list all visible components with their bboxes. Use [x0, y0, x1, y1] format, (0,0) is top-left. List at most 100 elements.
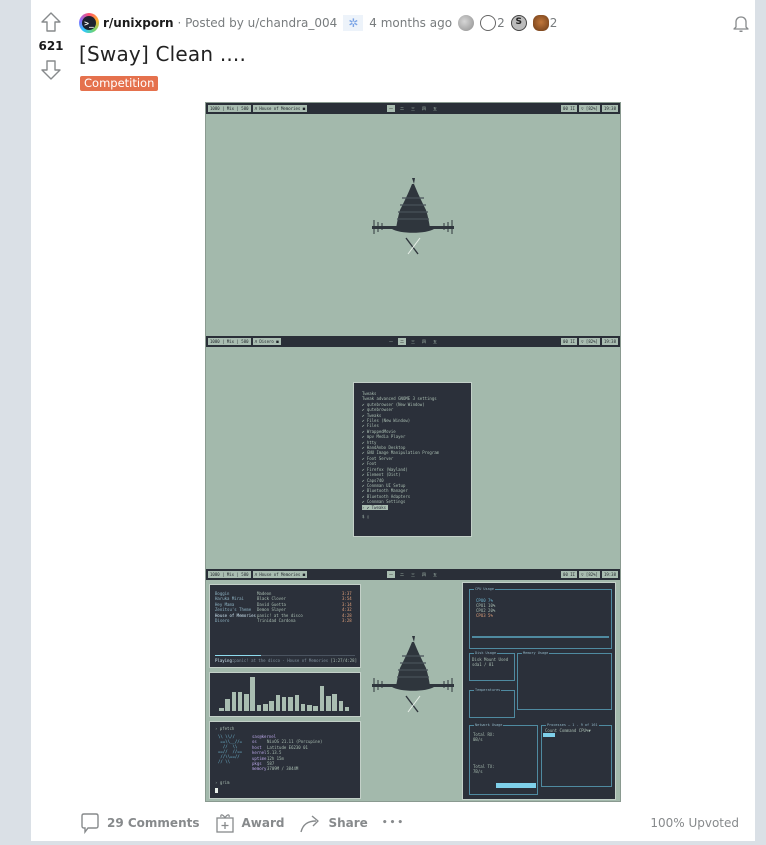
- desktop: Tweaks Tweak advanced GNOME 3 settings ✔ …: [206, 347, 620, 569]
- post-image[interactable]: 1080 | Mix | 580 ♬ House of Memories ■ 一二三…: [205, 102, 621, 802]
- workspace-button[interactable]: 二: [398, 105, 406, 112]
- posted-by-label: · Posted by: [177, 16, 244, 30]
- music-player: Boggin Madeon 3:37 Haruka Mirai Black Clover…: [209, 584, 361, 668]
- workspace-button[interactable]: 五: [431, 338, 439, 345]
- bar-module: ♬ Disero ■: [252, 338, 281, 345]
- award-button[interactable]: Award: [214, 812, 284, 834]
- bar-module: 1080 | Mix | 580: [208, 338, 251, 345]
- post-flair[interactable]: Competition: [80, 76, 159, 91]
- workspace-button[interactable]: 三: [409, 338, 417, 345]
- visualizer-bar: [237, 692, 243, 711]
- comment-icon: [81, 813, 99, 834]
- visualizer-bar: [256, 704, 262, 711]
- temperatures-panel: Temperatures: [469, 688, 515, 718]
- network-usage-panel: Network Usage Total RX: 0B/s Total TX: 7B/s: [469, 723, 538, 795]
- launcher-item: ✔ Connman Settings: [362, 499, 406, 505]
- tx-graph: [496, 783, 536, 788]
- vote-count: 621: [38, 39, 64, 53]
- workspace-button[interactable]: 四: [420, 105, 428, 112]
- wholesome-award-icon: [480, 15, 497, 31]
- processes-panel: Processes — 1 - 9 of 161 Count Command CP…: [541, 723, 612, 787]
- subreddit-link[interactable]: r/unixporn: [103, 16, 174, 30]
- fetch-info: sas@kernel os NixOS 21.11 (Porcupine) host L…: [252, 734, 322, 772]
- bar-right-modules: 00 II ▽ [82%] 19:38: [559, 571, 618, 578]
- workspace-button[interactable]: 一: [387, 571, 395, 578]
- share-button[interactable]: Share: [298, 812, 368, 834]
- status-bar: 1080 | Mix | 580 ♬ Disero ■ 一二三四五 00 II ▽ [8…: [206, 336, 620, 347]
- bar-module: ▽ [82%]: [579, 105, 600, 112]
- launcher-selected: › ✔ Tweaks: [362, 504, 388, 510]
- now-playing-position: [1:27/4:28]: [330, 658, 358, 663]
- workspace-button[interactable]: 四: [420, 338, 428, 345]
- fetch-key: memory: [252, 766, 267, 772]
- wallpaper-temple: [372, 178, 454, 255]
- bar-right-modules: 00 II ▽ [82%] 19:38: [559, 105, 618, 112]
- visualizer-bar: [269, 700, 274, 711]
- downvote-icon[interactable]: [39, 58, 63, 82]
- launcher-window: Tweaks Tweak advanced GNOME 3 settings ✔ …: [353, 382, 472, 537]
- visualizer-bar: [332, 694, 337, 711]
- post-card: 621 >_ r/unixporn · Posted by u/chandra_…: [31, 0, 755, 841]
- now-playing-track: panic! at the disco · House of Memories: [234, 658, 329, 663]
- track-row: Disero Trinidad Cardona 3:28: [215, 618, 355, 623]
- visualizer-bar: [263, 704, 268, 711]
- author-link[interactable]: u/chandra_004: [248, 16, 338, 30]
- workspace-button[interactable]: 四: [420, 571, 428, 578]
- processes-panel-title: Processes — 1 - 9 of 161: [546, 723, 599, 727]
- track-title: Disero: [215, 618, 230, 624]
- vote-column: 621: [31, 10, 71, 82]
- comments-button[interactable]: 29 Comments: [79, 812, 200, 834]
- award-s-coin[interactable]: S: [510, 15, 527, 31]
- post-time[interactable]: 4 months ago: [369, 16, 452, 30]
- workspace-indicators: 一二三四五: [387, 571, 442, 578]
- network-usage-panel-title: Network Usage: [474, 723, 504, 727]
- bar-module: 00 II: [561, 571, 578, 578]
- bar-right-modules: 00 II ▽ [82%] 19:38: [559, 338, 618, 345]
- notification-bell-icon[interactable]: [731, 13, 751, 33]
- award-bear[interactable]: 2: [532, 15, 557, 31]
- upvote-icon[interactable]: [39, 10, 63, 34]
- silver-award-icon: [458, 15, 475, 31]
- fetch-command-2: › grim: [215, 780, 230, 785]
- workspace-button[interactable]: 一: [387, 105, 395, 112]
- award-wholesome[interactable]: 2: [480, 15, 505, 31]
- nix-logo-art: \\ \\// ==\\__//= // \\ ==// //== //\\==…: [218, 734, 243, 764]
- progress-fill: [215, 655, 262, 656]
- subreddit-avatar-icon[interactable]: >_: [79, 13, 99, 33]
- workspace-indicators: 一二三四五: [387, 338, 442, 345]
- disk-row: sda1 / 81: [472, 662, 494, 667]
- terminal-cursor: [215, 788, 218, 793]
- cpu-usage-panel: CPU Usage CPU0 7% CPU1 10% CPU2 20% CPU3 5%: [469, 587, 612, 649]
- workspace-button[interactable]: 三: [409, 105, 417, 112]
- fetch-value: 3709M / 3844M: [267, 766, 299, 772]
- status-bar: 1080 | Mix | 580 ♬ House of Memories ■ 一二三…: [206, 569, 620, 580]
- track-artist: Trinidad Cardona: [257, 618, 296, 624]
- bar-module: ♬ House of Memories ■: [252, 571, 308, 578]
- visualizer-bar: [225, 699, 230, 711]
- more-options-button[interactable]: •••: [382, 818, 405, 828]
- workspace-button[interactable]: 五: [431, 105, 439, 112]
- workspace-button[interactable]: 一: [387, 338, 395, 345]
- fetch-row: memory 3709M / 3844M: [252, 766, 322, 771]
- visualizer-bar: [281, 697, 287, 711]
- post-meta: >_ r/unixporn · Posted by u/chandra_004 …: [79, 13, 557, 33]
- bar-module: ♬ House of Memories ■: [252, 105, 308, 112]
- progress-bar: [215, 655, 355, 656]
- cpu-graph: [472, 636, 609, 638]
- workspace-button[interactable]: 三: [409, 571, 417, 578]
- tx-value: 7B/s: [473, 769, 483, 774]
- disk-usage-panel: Disk Usage Disk Mount Used sda1 / 81: [469, 651, 515, 681]
- visualizer-bar: [313, 705, 318, 711]
- wallpaper-temple: [372, 636, 454, 713]
- workspace-button[interactable]: 五: [431, 571, 439, 578]
- award-silver[interactable]: [458, 15, 475, 31]
- post-actions: 29 Comments Award Share •••: [79, 812, 419, 834]
- workspace-3: 1080 | Mix | 580 ♬ House of Memories ■ 一二三…: [206, 569, 620, 801]
- desktop: Boggin Madeon 3:37 Haruka Mirai Black Clover…: [206, 580, 620, 801]
- workspace-button[interactable]: 二: [398, 338, 406, 345]
- now-playing: Playing: panic! at the disco · House of …: [215, 658, 357, 663]
- workspace-button[interactable]: 二: [398, 571, 406, 578]
- post-title[interactable]: [Sway] Clean ....: [79, 42, 246, 66]
- visualizer-bar: [219, 707, 224, 711]
- cpu-row: CPU3 5%: [476, 613, 493, 618]
